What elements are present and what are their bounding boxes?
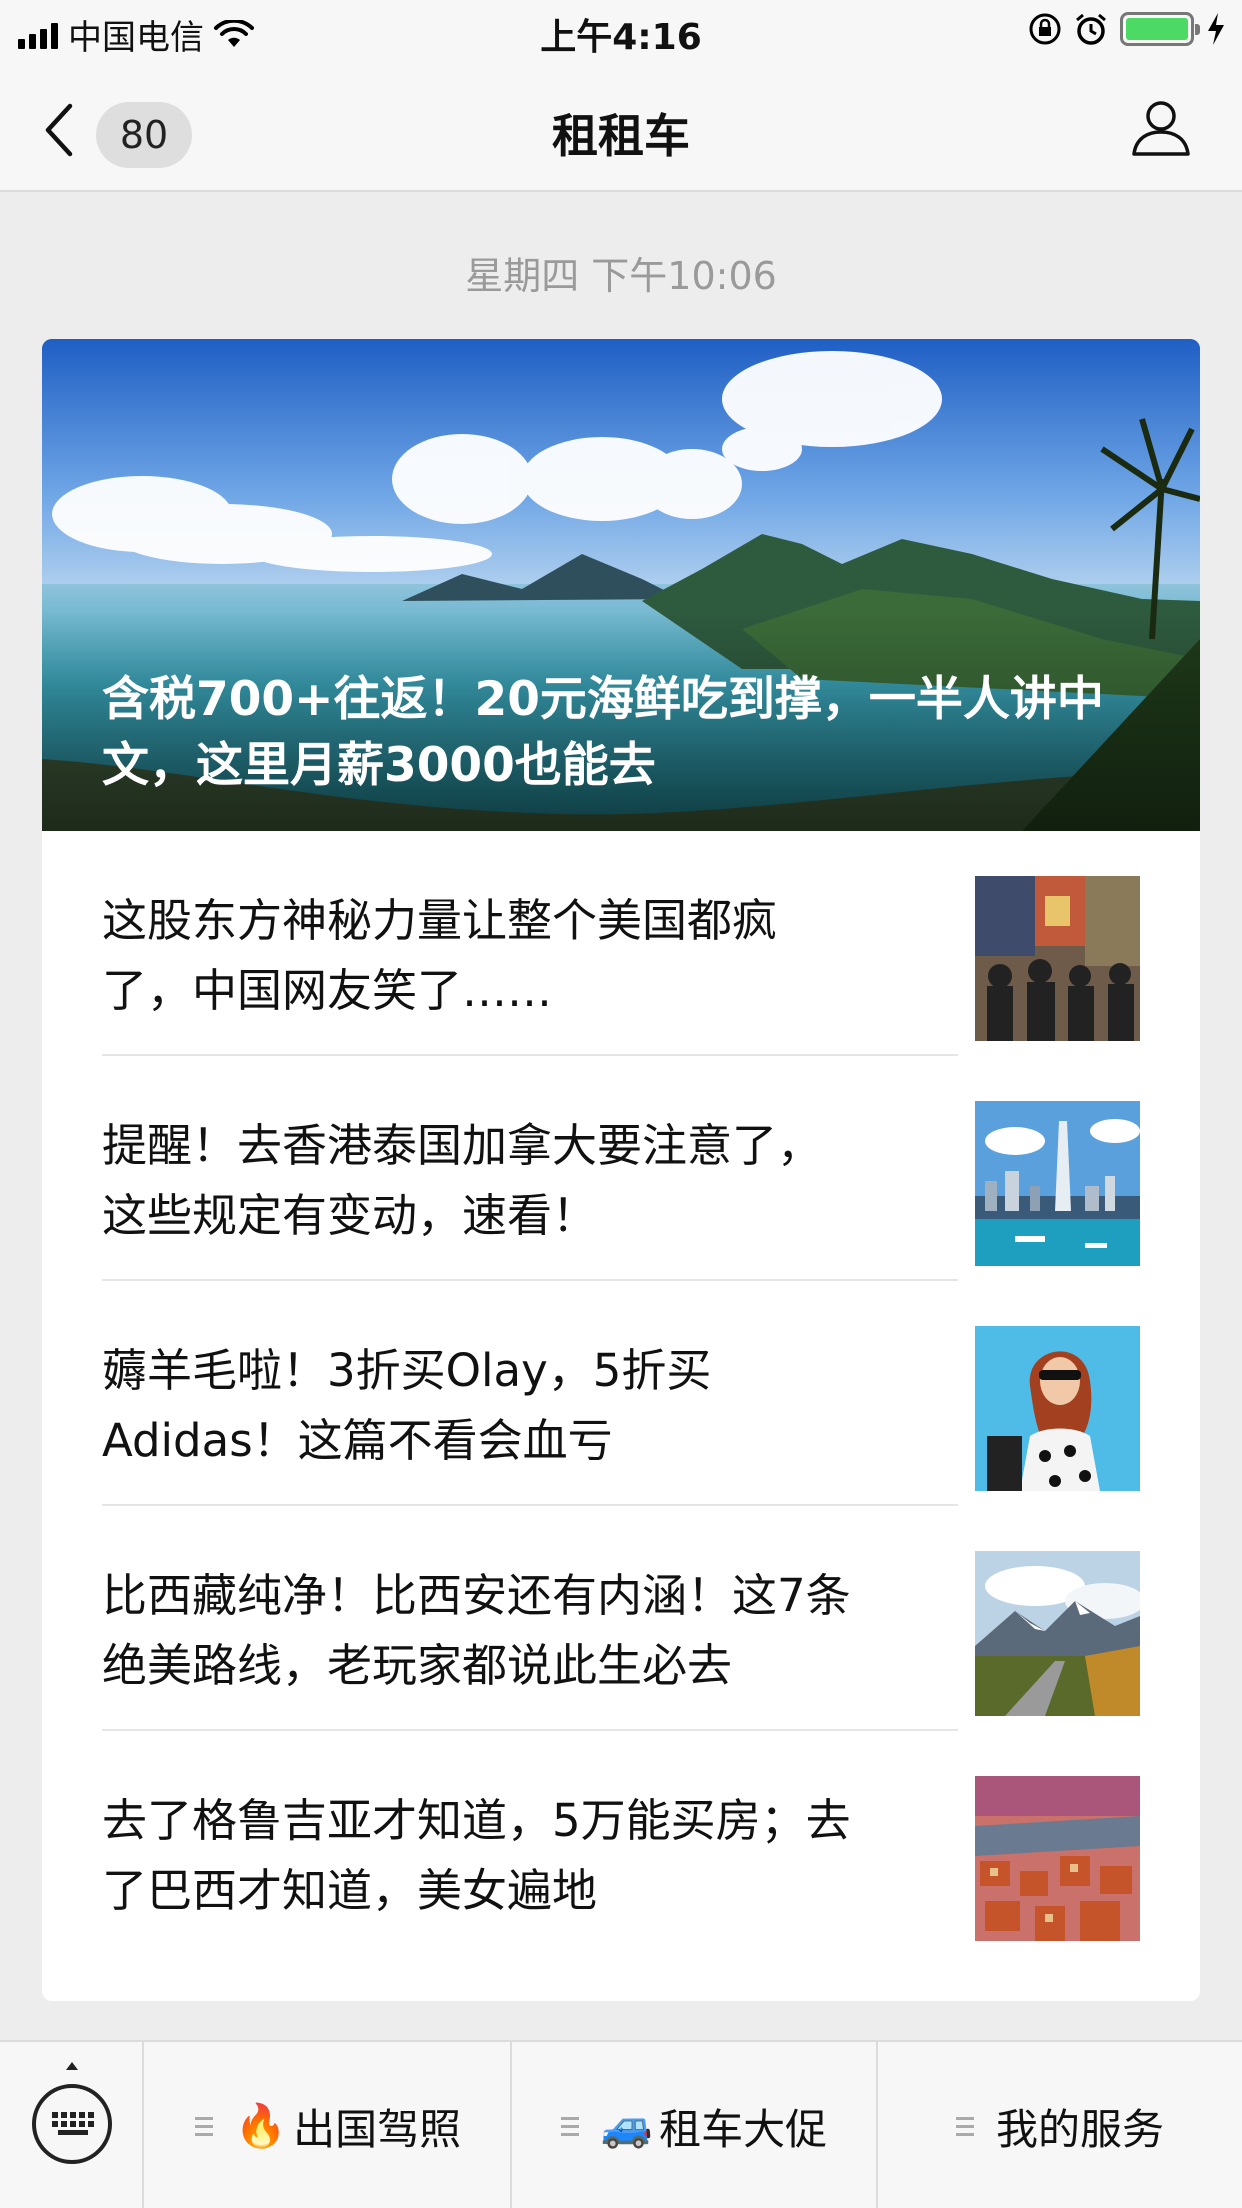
article-thumbnail bbox=[975, 1551, 1140, 1716]
article-title: 薅羊毛啦！3折买Olay，5折买Adidas！这篇不看会血亏 bbox=[102, 1344, 712, 1467]
person-icon bbox=[1132, 101, 1190, 156]
submenu-icon bbox=[194, 2116, 213, 2136]
article-thumbnail bbox=[975, 1326, 1140, 1491]
list-item[interactable]: 薅羊毛啦！3折买Olay，5折买Adidas！这篇不看会血亏 bbox=[42, 1281, 1200, 1506]
article-thumbnail bbox=[975, 1776, 1140, 1941]
list-item[interactable]: 提醒！去香港泰国加拿大要注意了，这些规定有变动，速看！ bbox=[42, 1056, 1200, 1281]
article-title: 这股东方神秘力量让整个美国都疯了，中国网友笑了…… bbox=[102, 894, 778, 1017]
fire-icon: 🔥 bbox=[234, 2101, 288, 2150]
page-title: 租租车 bbox=[552, 109, 690, 163]
menu-item-label: 我的服务 bbox=[995, 2104, 1164, 2154]
menu-item-driving-license[interactable]: 🔥 出国驾照 bbox=[146, 2042, 510, 2208]
menu-item-label: 出国驾照 bbox=[293, 2104, 462, 2154]
keyboard-toggle-button[interactable] bbox=[0, 2042, 144, 2208]
submenu-icon bbox=[560, 2116, 579, 2136]
battery-icon bbox=[1120, 12, 1200, 46]
menu-item-my-services[interactable]: 我的服务 bbox=[878, 2042, 1242, 2208]
alarm-icon bbox=[1076, 13, 1106, 45]
article-title: 提醒！去香港泰国加拿大要注意了，这些规定有变动，速看！ bbox=[102, 1119, 823, 1242]
list-item[interactable]: 去了格鲁吉亚才知道，5万能买房；去了巴西才知道，美女遍地 bbox=[42, 1731, 1200, 1956]
article-thumbnail bbox=[975, 876, 1140, 1041]
list-item[interactable]: 这股东方神秘力量让整个美国都疯了，中国网友笑了…… bbox=[42, 831, 1200, 1056]
car-icon: 🚙 bbox=[600, 2101, 654, 2150]
article-title: 比西藏纯净！比西安还有内涵！这7条绝美路线，老玩家都说此生必去 bbox=[102, 1569, 851, 1692]
hero-title: 含税700+往返！20元海鲜吃到撑，一半人讲中文，这里月薪3000也能去 bbox=[102, 672, 1104, 793]
keyboard-icon bbox=[32, 2062, 112, 2164]
menu-item-car-rental-promo[interactable]: 🚙 租车大促 bbox=[512, 2042, 876, 2208]
submenu-icon bbox=[955, 2116, 974, 2136]
status-right bbox=[1028, 12, 1226, 46]
bottom-menu-bar: 🔥 出国驾照 🚙 租车大促 我的服务 bbox=[0, 2040, 1242, 2208]
article-title: 去了格鲁吉亚才知道，5万能买房；去了巴西才知道，美女遍地 bbox=[102, 1794, 851, 1917]
status-bar: 中国电信 上午4:16 bbox=[0, 0, 1242, 62]
menu-item-label: 租车大促 bbox=[659, 2104, 828, 2154]
nav-bar: 80 租租车 bbox=[0, 62, 1242, 192]
charging-icon bbox=[1208, 13, 1224, 45]
hero-article[interactable]: 含税700+往返！20元海鲜吃到撑，一半人讲中文，这里月薪3000也能去 bbox=[42, 339, 1200, 831]
message-timestamp: 星期四 下午10:06 bbox=[465, 254, 777, 298]
article-thumbnail bbox=[975, 1101, 1140, 1266]
article-card: 含税700+往返！20元海鲜吃到撑，一半人讲中文，这里月薪3000也能去 这股东… bbox=[42, 339, 1200, 2001]
list-item[interactable]: 比西藏纯净！比西安还有内涵！这7条绝美路线，老玩家都说此生必去 bbox=[42, 1506, 1200, 1731]
rotation-lock-icon bbox=[1029, 13, 1061, 45]
profile-button[interactable] bbox=[1130, 96, 1192, 158]
